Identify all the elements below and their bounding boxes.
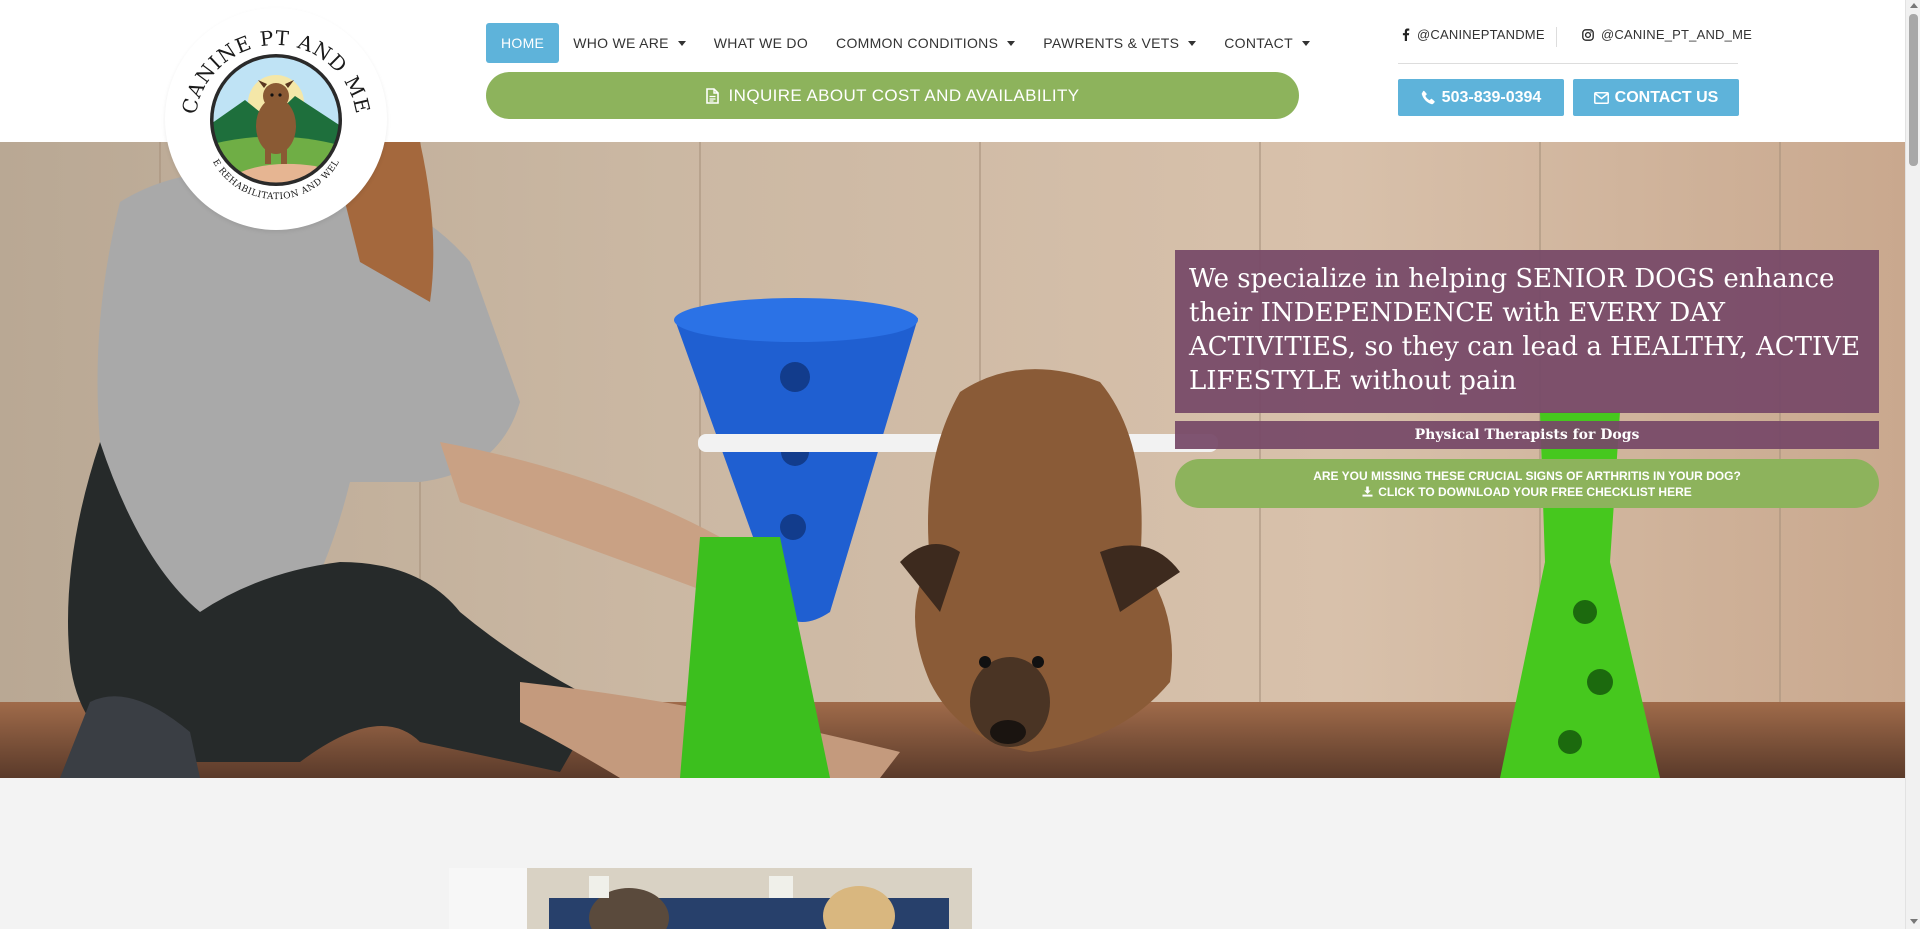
social-divider <box>1556 27 1557 47</box>
inquire-button-label: INQUIRE ABOUT COST AND AVAILABILITY <box>728 85 1080 105</box>
nav-item-what-we-do[interactable]: WHAT WE DO <box>700 23 822 63</box>
video-thumbnail[interactable] <box>449 868 972 929</box>
facebook-handle: @CANINEPTANDME <box>1417 27 1545 42</box>
contact-us-button[interactable]: CONTACT US <box>1573 79 1739 116</box>
download-icon <box>1362 486 1373 497</box>
nav-item-pawrents-vets[interactable]: PAWRENTS & VETS <box>1029 23 1210 63</box>
phone-number: 503-839-0394 <box>1441 88 1542 106</box>
site-logo[interactable]: CANINE PT AND ME CANINE REHABILITATION A… <box>165 8 387 230</box>
envelope-icon <box>1593 91 1609 104</box>
caret-down-icon <box>677 40 686 46</box>
vertical-scrollbar[interactable] <box>1905 0 1920 929</box>
nav-item-common-conditions[interactable]: COMMON CONDITIONS <box>822 23 1029 63</box>
page: HOME WHO WE ARE WHAT WE DO COMMON CONDIT… <box>0 0 1920 929</box>
checklist-line-1: ARE YOU MISSING THESE CRUCIAL SIGNS OF A… <box>1313 468 1741 483</box>
nav-item-label: HOME <box>501 35 545 51</box>
phone-icon <box>1421 90 1435 105</box>
logo-graphic: CANINE PT AND ME CANINE REHABILITATION A… <box>165 8 374 202</box>
header-rule <box>1398 63 1738 64</box>
checklist-line-2-row: CLICK TO DOWNLOAD YOUR FREE CHECKLIST HE… <box>1175 484 1879 500</box>
facebook-icon <box>1402 28 1410 41</box>
instagram-link[interactable]: @CANINE_PT_AND_ME <box>1582 27 1752 42</box>
hero-tagline: Physical Therapists for Dogs <box>1175 421 1879 449</box>
hero-headline: We specialize in helping SENIOR DOGS enh… <box>1189 264 1861 396</box>
contact-us-label: CONTACT US <box>1614 88 1719 106</box>
nav-item-label: PAWRENTS & VETS <box>1043 35 1180 51</box>
nav-item-label: COMMON CONDITIONS <box>836 35 999 51</box>
caret-down-icon <box>1007 40 1016 46</box>
main-nav: HOME WHO WE ARE WHAT WE DO COMMON CONDIT… <box>486 23 1324 63</box>
phone-button[interactable]: 503-839-0394 <box>1398 79 1564 116</box>
inquire-button[interactable]: INQUIRE ABOUT COST AND AVAILABILITY <box>486 72 1299 119</box>
hero-headline-box: We specialize in helping SENIOR DOGS enh… <box>1175 250 1879 413</box>
facebook-link[interactable]: @CANINEPTANDME <box>1402 27 1545 42</box>
nav-item-label: WHAT WE DO <box>713 35 809 51</box>
nav-item-label: WHO WE ARE <box>573 35 669 51</box>
document-icon <box>705 87 719 104</box>
scrollbar-thumb[interactable] <box>1909 14 1918 166</box>
instagram-handle: @CANINE_PT_AND_ME <box>1601 27 1752 42</box>
nav-item-label: CONTACT <box>1224 35 1293 51</box>
caret-down-icon <box>1301 40 1310 46</box>
nav-item-contact[interactable]: CONTACT <box>1210 23 1324 63</box>
nav-item-who-we-are[interactable]: WHO WE ARE <box>559 23 700 63</box>
caret-down-icon <box>1188 40 1197 46</box>
hero-banner: We specialize in helping SENIOR DOGS enh… <box>0 142 1905 778</box>
instagram-icon <box>1582 28 1594 41</box>
video-thumbnail-image <box>449 868 972 929</box>
scroll-down-arrow-icon[interactable] <box>1910 919 1918 924</box>
scroll-up-arrow-icon[interactable] <box>1910 3 1918 8</box>
nav-item-home[interactable]: HOME <box>486 23 560 63</box>
checklist-download-button[interactable]: ARE YOU MISSING THESE CRUCIAL SIGNS OF A… <box>1175 459 1879 508</box>
checklist-line-2: CLICK TO DOWNLOAD YOUR FREE CHECKLIST HE… <box>1378 484 1692 499</box>
